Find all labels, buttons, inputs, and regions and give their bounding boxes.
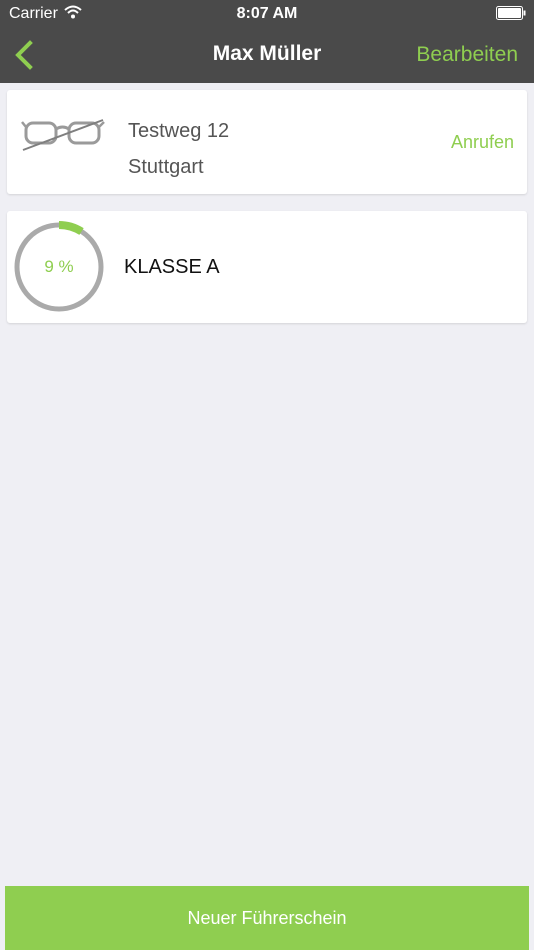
license-class: KLASSE A (124, 256, 220, 278)
call-button[interactable]: Anrufen (451, 132, 514, 153)
license-card[interactable]: 9 % KLASSE A (7, 211, 527, 323)
new-license-button[interactable]: Neuer Führerschein (5, 886, 529, 950)
battery-icon (496, 6, 526, 20)
clock: 8:07 AM (236, 5, 298, 22)
address-card: Testweg 12 Stuttgart Anrufen (7, 90, 527, 194)
status-bar: Carrier 8:07 AM (0, 0, 534, 28)
navigation-bar: Max Müller Bearbeiten (0, 28, 534, 83)
city: Stuttgart (128, 156, 204, 178)
progress-percent: 9 % (44, 257, 74, 276)
edit-button[interactable]: Bearbeiten (416, 43, 518, 67)
glasses-icon (21, 119, 105, 151)
street-address: Testweg 12 (128, 120, 230, 142)
